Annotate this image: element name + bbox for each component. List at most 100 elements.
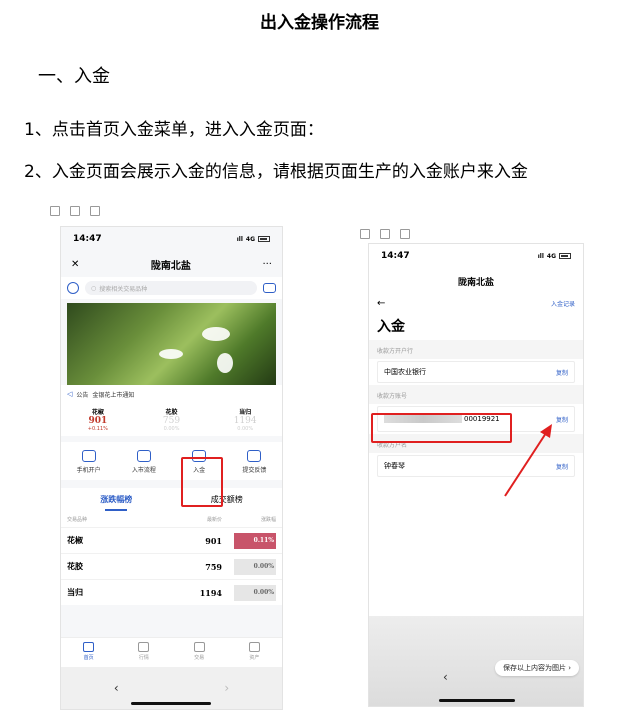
deposit-highlight-box xyxy=(181,457,223,507)
forward-icon[interactable]: › xyxy=(224,681,229,695)
quote-item[interactable]: 花胶 759 0.00% xyxy=(135,407,209,432)
nav-label: 行情 xyxy=(138,655,149,661)
step-two: 2、入金页面会展示入金的信息，请根据页面生产的入金账户来入金 xyxy=(24,162,528,182)
quick-menu: 手机开户 入市流程 入金 提交反馈 xyxy=(61,442,282,480)
menu-feedback[interactable]: 提交反馈 xyxy=(227,450,282,474)
home-indicator xyxy=(131,702,211,705)
user-icon[interactable] xyxy=(67,282,79,294)
network-label: 4G xyxy=(546,252,556,260)
phone-home-screenshot: 14:47 ıll 4G ✕ 陇南北盐 ··· ○ 搜索相关交易品种 ◁ 公告 金银… xyxy=(60,226,283,710)
battery-icon xyxy=(258,236,270,242)
arrow-line xyxy=(504,429,549,497)
status-time: 14:47 xyxy=(73,234,102,244)
search-input[interactable]: ○ 搜索相关交易品种 xyxy=(85,281,257,295)
notice-label: 公告 xyxy=(76,391,89,399)
wallet-icon xyxy=(248,642,260,652)
document-icon xyxy=(136,450,151,462)
row-change: 0.00% xyxy=(234,558,276,575)
doc-title: 出入金操作流程 xyxy=(260,13,379,33)
quote-name: 当归 xyxy=(239,409,252,416)
nav-bar: ✕ 陇南北盐 ··· xyxy=(61,251,282,277)
status-time: 14:47 xyxy=(381,251,410,261)
bank-label: 收款方开户行 xyxy=(369,340,583,359)
table-row[interactable]: 花胶 759 0.00% xyxy=(61,553,282,579)
more-icon[interactable]: ··· xyxy=(262,259,272,270)
nav-trade[interactable]: 交易 xyxy=(172,638,227,667)
notice-text: 金银花上市通知 xyxy=(92,391,135,399)
name-value: 钟春琴 xyxy=(384,462,405,470)
notice-bar[interactable]: ◁ 公告 金银花上市通知 xyxy=(61,385,282,403)
row-name: 花胶 xyxy=(67,562,83,571)
nav-home[interactable]: 首页 xyxy=(61,638,116,667)
image-toolbar-1 xyxy=(50,206,100,216)
row-name: 当归 xyxy=(67,588,83,597)
back-arrow-icon[interactable]: ← xyxy=(377,298,385,309)
nav-label: 首页 xyxy=(83,655,94,661)
arrow-annotation xyxy=(504,424,552,497)
copy-icon[interactable] xyxy=(50,206,60,216)
row-name: 花椒 xyxy=(67,536,83,545)
tab-gainers[interactable]: 涨跌幅榜 xyxy=(61,494,172,511)
download-icon[interactable] xyxy=(400,229,410,239)
deposit-record-link[interactable]: 入金记录 xyxy=(551,299,575,308)
menu-label: 提交反馈 xyxy=(242,467,267,474)
column-header: 最新价 xyxy=(206,517,222,523)
menu-label: 入市流程 xyxy=(131,467,156,474)
quote-item[interactable]: 花椒 901 +0.11% xyxy=(61,407,135,432)
nav-label: 交易 xyxy=(194,655,205,661)
scan-icon[interactable] xyxy=(380,229,390,239)
table-row[interactable]: 花椒 901 0.11% xyxy=(61,527,282,553)
system-bar: ‹ › xyxy=(61,667,282,709)
feedback-icon xyxy=(247,450,262,462)
quote-price: 901 xyxy=(88,416,108,426)
id-card-icon xyxy=(81,450,96,462)
quote-item[interactable]: 当归 1194 0.00% xyxy=(208,407,282,432)
back-icon[interactable]: ‹ xyxy=(443,670,448,684)
nav-market[interactable]: 行情 xyxy=(116,638,171,667)
status-bar: 14:47 ıll 4G xyxy=(369,244,583,268)
arrow-head xyxy=(540,424,552,438)
section-heading: 一、入金 xyxy=(38,66,110,87)
chart-icon xyxy=(138,642,150,652)
search-row: ○ 搜索相关交易品种 xyxy=(61,277,282,299)
message-icon[interactable] xyxy=(263,283,276,293)
account-label: 收款方账号 xyxy=(369,385,583,404)
row-price: 1194 xyxy=(199,587,222,598)
menu-process[interactable]: 入市流程 xyxy=(116,450,171,474)
back-icon[interactable]: ‹ xyxy=(114,681,119,695)
nav-title: 陇南北盐 xyxy=(150,260,191,272)
ranking-table: 交易品种 最新价 涨跌幅 花椒 901 0.11% 花胶 759 0.00% 当… xyxy=(61,510,282,605)
row-change: 0.00% xyxy=(234,584,276,601)
flower-petal xyxy=(202,327,230,341)
quote-name: 花椒 xyxy=(91,409,104,416)
menu-open-account[interactable]: 手机开户 xyxy=(61,450,116,474)
save-image-button[interactable]: 保存以上内容为图片 › xyxy=(494,660,579,676)
download-icon[interactable] xyxy=(90,206,100,216)
account-highlight-box xyxy=(371,413,512,443)
nav-assets[interactable]: 资产 xyxy=(227,638,282,667)
bottom-nav: 首页 行情 交易 资产 xyxy=(61,637,282,667)
exchange-icon xyxy=(193,642,205,652)
table-header: 交易品种 最新价 涨跌幅 xyxy=(61,510,282,527)
quote-strip: 花椒 901 +0.11% 花胶 759 0.00% 当归 1194 0.00% xyxy=(61,403,282,436)
table-row[interactable]: 当归 1194 0.00% xyxy=(61,579,282,605)
nav-bar: 陇南北盐 xyxy=(457,277,494,288)
home-icon xyxy=(83,642,95,652)
page-title: 入金 xyxy=(377,319,405,335)
search-placeholder: 搜索相关交易品种 xyxy=(99,285,148,293)
copy-button[interactable]: 复制 xyxy=(556,368,568,377)
close-icon[interactable]: ✕ xyxy=(71,259,79,270)
bank-value: 中国农业银行 xyxy=(384,368,426,376)
flower-petal xyxy=(217,353,233,373)
search-icon: ○ xyxy=(91,284,97,292)
battery-icon xyxy=(559,253,571,259)
banner-image[interactable] xyxy=(67,303,276,385)
column-header: 涨跌幅 xyxy=(260,517,276,523)
copy-icon[interactable] xyxy=(360,229,370,239)
signal-icon: ıll xyxy=(537,252,544,260)
bottom-area: 保存以上内容为图片 › ‹ xyxy=(369,616,583,706)
scan-icon[interactable] xyxy=(70,206,80,216)
tab-bar: 涨跌幅榜 成交额榜 xyxy=(61,488,282,511)
nav-label: 资产 xyxy=(249,655,260,661)
flower-petal xyxy=(159,349,183,359)
